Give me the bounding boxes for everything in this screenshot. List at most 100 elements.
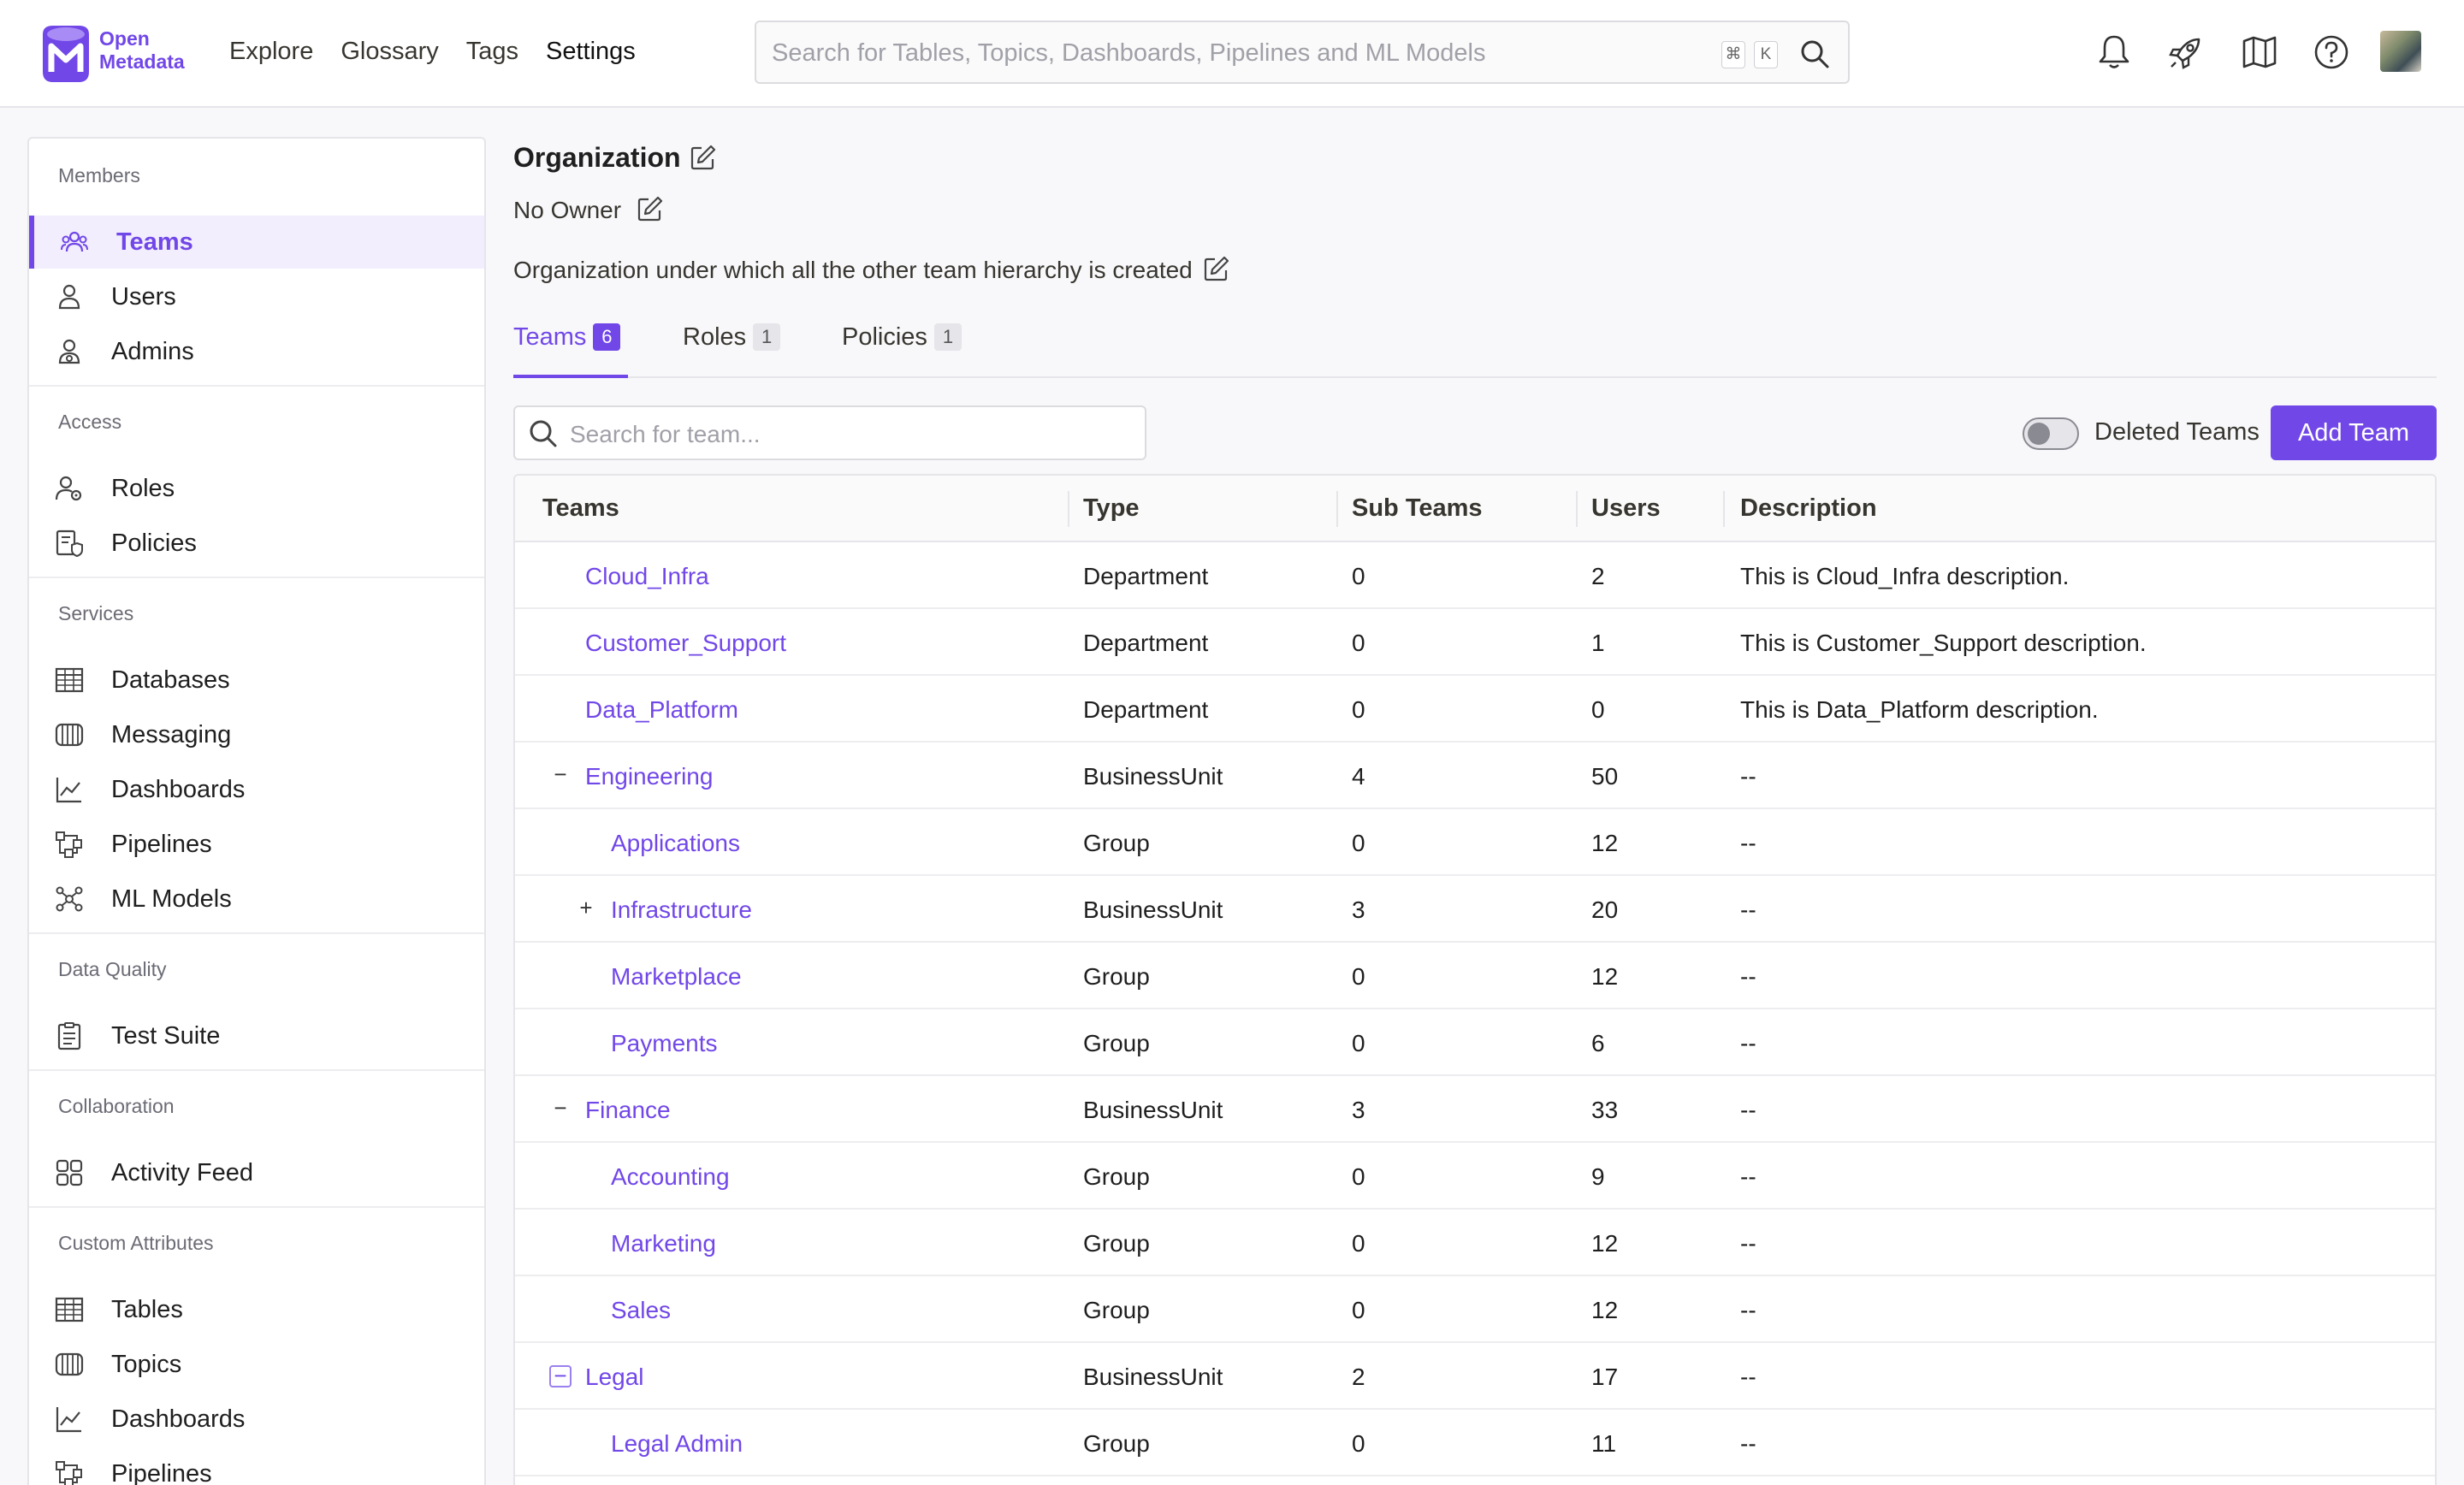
edit-owner-icon[interactable] [637,195,664,222]
column-separator [1068,491,1069,527]
global-search-input[interactable]: Search for Tables, Topics, Dashboards, P… [755,21,1850,84]
team-name-link[interactable]: Payments [611,1030,718,1057]
description-cell: This is Data_Platform description. [1740,696,2099,723]
column-header-type: Type [1083,494,1140,522]
sidebar-item-dashboards[interactable]: Dashboards [29,763,484,816]
feed-icon [56,1159,83,1186]
team-name-link[interactable]: Engineering [585,763,713,790]
team-search-input[interactable]: Search for team... [513,405,1146,460]
edit-title-icon[interactable] [690,144,717,171]
team-name-link[interactable]: Cloud_Infra [585,563,709,590]
sidebar-item-test-suite[interactable]: Test Suite [29,1009,484,1062]
sidebar-item-tables[interactable]: Tables [29,1283,484,1336]
sidebar-item-admins[interactable]: Admins [29,325,484,378]
sidebar-item-teams[interactable]: Teams [29,216,484,269]
sidebar-divider [29,1069,484,1071]
users-count-cell: 2 [1591,563,1605,589]
sub-teams-cell: 0 [1352,563,1365,589]
users-count-cell: 12 [1591,830,1619,856]
settings-sidebar: Members Teams Users Admins Access Roles … [27,137,486,1485]
tab-roles[interactable]: Roles 1 [683,323,781,378]
collapse-row-icon[interactable]: − [549,1097,572,1121]
sidebar-item-users[interactable]: Users [29,270,484,323]
team-name-link[interactable]: Legal Admin [611,1430,743,1458]
team-name-link[interactable]: Legal [585,1364,644,1391]
page-title: Organization [513,142,681,173]
team-type-cell: Group [1083,1297,1150,1323]
sub-teams-cell: 3 [1352,1097,1365,1123]
sidebar-item-label: Topics [111,1351,182,1378]
chart-icon [56,778,81,803]
team-name-link[interactable]: Applications [611,830,740,857]
team-type-cell: Group [1083,963,1150,990]
sidebar-item-roles[interactable]: Roles [29,462,484,515]
sidebar-item-label: ML Models [111,885,232,913]
sidebar-item-activity-feed[interactable]: Activity Feed [29,1146,484,1199]
sidebar-divider [29,1206,484,1208]
description-cell: -- [1740,963,1756,990]
add-team-button[interactable]: Add Team [2271,405,2437,460]
nav-glossary[interactable]: Glossary [341,34,438,68]
collapse-row-icon[interactable]: − [549,763,572,787]
tab-count-badge: 1 [933,323,962,351]
sidebar-item-topics[interactable]: Topics [29,1338,484,1391]
tab-policies[interactable]: Policies 1 [842,323,962,378]
users-count-cell: 33 [1591,1097,1619,1123]
sidebar-item-label: Test Suite [111,1022,221,1050]
user-icon [58,284,80,310]
sidebar-item-databases[interactable]: Databases [29,654,484,707]
users-count-cell: 17 [1591,1364,1619,1390]
users-count-cell: 12 [1591,1230,1619,1257]
help-icon[interactable] [2312,33,2351,72]
team-search-placeholder: Search for team... [570,421,761,447]
sidebar-item-custom-pipelines[interactable]: Pipelines [29,1447,484,1485]
team-name-link[interactable]: Marketing [611,1230,716,1257]
table-row: + Infrastructure BusinessUnit 3 20 -- [515,876,2435,943]
deleted-teams-toggle[interactable] [2023,417,2079,450]
user-avatar[interactable] [2380,31,2421,72]
sidebar-item-ml-models[interactable]: ML Models [29,873,484,926]
team-name-link[interactable]: Data_Platform [585,696,738,724]
bell-icon[interactable] [2094,33,2134,72]
sidebar-item-messaging[interactable]: Messaging [29,708,484,761]
team-type-cell: BusinessUnit [1083,763,1223,790]
nav-tags[interactable]: Tags [466,34,518,68]
sidebar-item-pipelines[interactable]: Pipelines [29,818,484,871]
team-type-cell: Department [1083,630,1209,656]
team-name-link[interactable]: Sales [611,1297,671,1324]
logo-text-line2: Metadata [99,50,185,73]
section-custom-attributes: Custom Attributes [58,1232,214,1254]
openmetadata-logo[interactable]: Open Metadata [38,19,200,87]
collapse-row-icon[interactable]: − [549,1364,572,1387]
team-type-cell: Group [1083,1163,1150,1190]
rocket-icon[interactable] [2166,33,2206,72]
table-row: Cloud_Infra Department 0 2 This is Cloud_Inf… [515,542,2435,609]
shortcut-cmd-key: ⌘ [1721,41,1745,68]
sidebar-item-custom-dashboards[interactable]: Dashboards [29,1393,484,1446]
description-cell: -- [1740,1097,1756,1123]
team-name-link[interactable]: Customer_Support [585,630,786,657]
team-type-cell: Group [1083,1030,1150,1056]
main-nav: Explore Glossary Tags Settings [229,34,663,68]
page-description: Organization under which all the other t… [513,257,1193,283]
sidebar-item-policies[interactable]: Policies [29,517,484,570]
edit-description-icon[interactable] [1203,255,1230,282]
pipeline-icon [56,831,82,858]
team-name-link[interactable]: Marketplace [611,963,742,991]
team-type-cell: Group [1083,1430,1150,1457]
team-name-link[interactable]: Finance [585,1097,671,1124]
tab-teams[interactable]: Teams 6 [513,323,628,378]
nav-settings[interactable]: Settings [546,34,636,68]
team-name-link[interactable]: Accounting [611,1163,730,1191]
team-name-link[interactable]: Infrastructure [611,896,752,924]
sub-teams-cell: 0 [1352,1030,1365,1056]
sidebar-item-label: Pipelines [111,831,212,858]
logo-icon [43,26,89,82]
search-icon[interactable] [1798,38,1831,70]
global-search-placeholder: Search for Tables, Topics, Dashboards, P… [772,39,1486,67]
expand-row-icon[interactable]: + [575,896,597,920]
table-row: Customer_Support Department 0 1 This is Cust… [515,609,2435,676]
description-cell: -- [1740,830,1756,856]
map-icon[interactable] [2240,33,2279,72]
nav-explore[interactable]: Explore [229,34,313,68]
